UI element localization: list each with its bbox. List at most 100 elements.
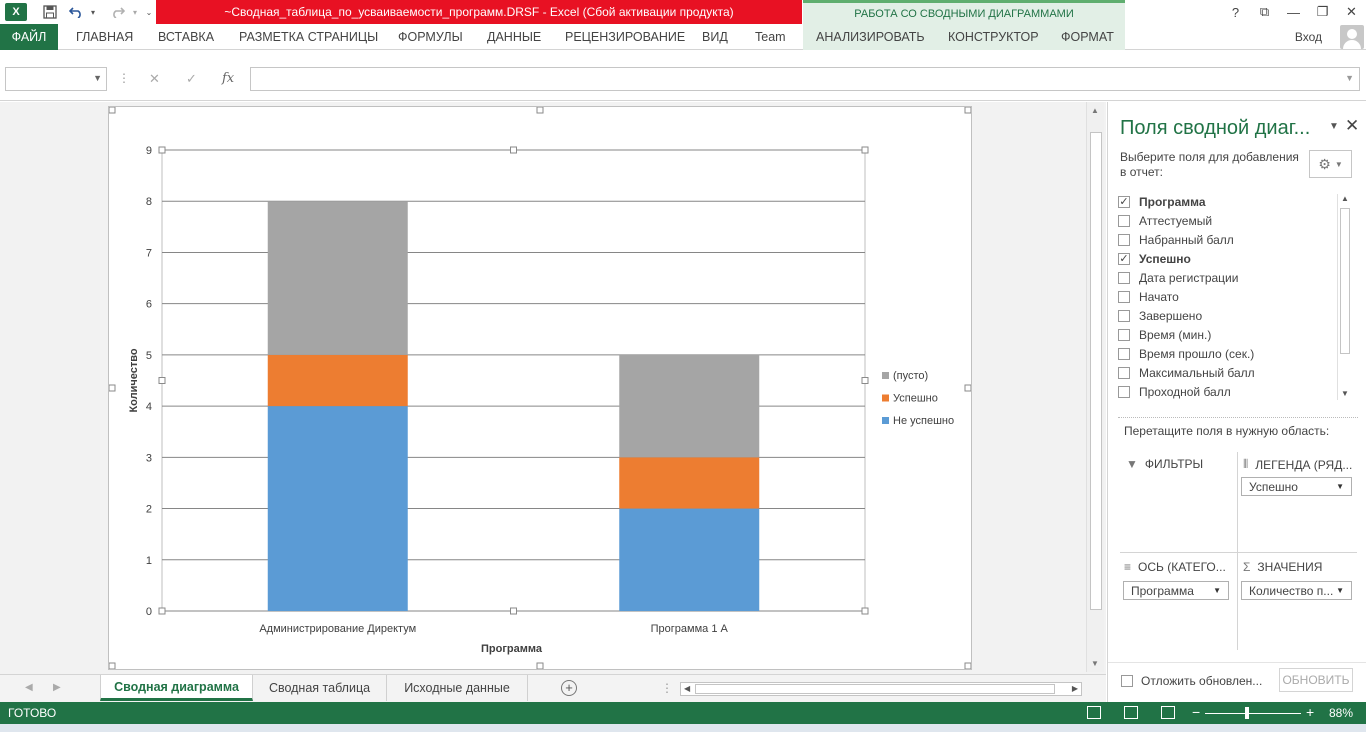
field-item[interactable]: ✓ Успешно [1118, 249, 1191, 268]
sign-in-link[interactable]: Вход [1295, 30, 1322, 44]
pane-close-icon[interactable]: ✕ [1345, 116, 1359, 136]
scroll-left-icon[interactable]: ◀ [684, 684, 690, 693]
tab-insert[interactable]: ВСТАВКА [158, 24, 214, 50]
field-checkbox[interactable] [1118, 271, 1130, 284]
field-list-scroll-thumb[interactable] [1340, 208, 1350, 354]
formula-input[interactable]: ▼ [250, 67, 1360, 91]
zoom-slider[interactable] [1205, 713, 1301, 714]
plot-resize-handle[interactable] [158, 146, 166, 154]
vertical-scroll-thumb[interactable] [1090, 132, 1102, 610]
ribbon-display-icon[interactable]: ⧉ [1250, 0, 1279, 24]
field-checkbox[interactable] [1118, 385, 1130, 398]
zoom-level[interactable]: 88% [1329, 706, 1353, 720]
field-checkbox[interactable] [1118, 290, 1130, 303]
update-button[interactable]: ОБНОВИТЬ [1279, 668, 1353, 692]
defer-update-checkbox[interactable] [1121, 675, 1133, 687]
tab-formulas[interactable]: ФОРМУЛЫ [398, 24, 463, 50]
tab-format[interactable]: ФОРМАТ [1061, 24, 1114, 50]
prev-sheet-icon[interactable]: ◀ [25, 682, 33, 693]
next-sheet-icon[interactable]: ▶ [53, 682, 61, 693]
chart-resize-handle[interactable] [536, 106, 544, 114]
sheet-tab-pivot-chart[interactable]: Сводная диаграмма [100, 675, 253, 701]
scroll-right-icon[interactable]: ▶ [1072, 684, 1078, 693]
plot-resize-handle[interactable] [510, 146, 517, 154]
close-window-icon[interactable]: ✕ [1337, 0, 1366, 24]
field-item[interactable]: Начато [1118, 287, 1179, 306]
add-sheet-icon[interactable]: + [561, 680, 577, 696]
tab-analyze[interactable]: АНАЛИЗИРОВАТЬ [816, 24, 925, 50]
field-checkbox[interactable] [1118, 328, 1130, 341]
chart-resize-handle[interactable] [964, 384, 972, 392]
save-icon[interactable] [35, 0, 65, 24]
field-checkbox[interactable]: ✓ [1118, 195, 1130, 208]
chart-resize-handle[interactable] [964, 106, 972, 114]
tab-team[interactable]: Team [755, 24, 786, 50]
axis-field-program[interactable]: Программа ▼ [1123, 581, 1229, 600]
field-list-scrollbar[interactable]: ▲ ▼ [1337, 194, 1351, 400]
horizontal-scroll-thumb[interactable] [695, 684, 1055, 694]
sheet-tab-source-data[interactable]: Исходные данные [387, 675, 528, 701]
chart-resize-handle[interactable] [108, 106, 116, 114]
plot-resize-handle[interactable] [861, 146, 869, 154]
enter-formula-icon[interactable]: ✓ [186, 71, 197, 87]
plot-resize-handle[interactable] [158, 607, 166, 615]
tab-view[interactable]: ВИД [702, 24, 728, 50]
pane-options-chevron-icon[interactable]: ▼ [1329, 121, 1339, 132]
page-break-view-icon[interactable] [1161, 706, 1175, 719]
chevron-down-icon[interactable]: ▼ [1213, 586, 1221, 595]
defer-update-option[interactable]: Отложить обновлен... [1121, 674, 1262, 688]
field-item[interactable]: Аттестуемый [1118, 211, 1212, 230]
undo-dropdown-icon[interactable]: ▾ [87, 0, 99, 24]
formula-bar-grip-icon[interactable]: ⋮ [118, 71, 130, 85]
user-avatar-icon[interactable] [1340, 25, 1364, 49]
scroll-down-icon[interactable]: ▼ [1341, 389, 1349, 398]
insert-function-icon[interactable]: fx [222, 71, 234, 86]
chart-resize-handle[interactable] [108, 384, 116, 392]
field-checkbox[interactable] [1118, 233, 1130, 246]
plot-resize-handle[interactable] [861, 607, 869, 615]
field-checkbox[interactable] [1118, 347, 1130, 360]
field-item[interactable]: Время (мин.) [1118, 325, 1211, 344]
field-item[interactable]: ✓ Программа [1118, 192, 1206, 211]
plot-resize-handle[interactable] [861, 377, 869, 384]
field-checkbox[interactable] [1118, 366, 1130, 379]
normal-view-icon[interactable] [1087, 706, 1101, 719]
legend-field-successfully[interactable]: Успешно ▼ [1241, 477, 1352, 496]
tab-splitter-icon[interactable]: ⋮ [661, 681, 673, 695]
chevron-down-icon[interactable]: ▼ [1336, 482, 1344, 491]
chart-resize-handle[interactable] [536, 662, 544, 670]
cancel-formula-icon[interactable]: ✕ [149, 71, 160, 87]
chart-resize-handle[interactable] [108, 662, 116, 670]
field-checkbox[interactable] [1118, 214, 1130, 227]
scroll-up-icon[interactable]: ▲ [1341, 194, 1349, 203]
restore-icon[interactable]: ❐ [1308, 0, 1337, 24]
chevron-down-icon[interactable]: ▼ [1336, 586, 1344, 595]
tab-design[interactable]: КОНСТРУКТОР [948, 24, 1039, 50]
tab-review[interactable]: РЕЦЕНЗИРОВАНИЕ [565, 24, 685, 50]
pivot-chart[interactable]: 0 1 2 3 4 5 6 7 8 9 Администрирование Директум Прог… [108, 106, 972, 670]
field-item[interactable]: Набранный балл [1118, 230, 1234, 249]
horizontal-scrollbar[interactable]: ◀ ▶ [680, 682, 1082, 696]
name-box[interactable]: ▼ [5, 67, 107, 91]
sheet-tab-pivot-table[interactable]: Сводная таблица [253, 675, 387, 701]
tab-page-layout[interactable]: РАЗМЕТКА СТРАНИЦЫ [239, 24, 378, 50]
plot-resize-handle[interactable] [510, 607, 517, 615]
field-item[interactable]: Проходной балл [1118, 382, 1231, 401]
field-item[interactable]: Дата регистрации [1118, 268, 1238, 287]
field-list-settings-button[interactable]: ⚙ ▼ [1309, 150, 1352, 178]
minimize-icon[interactable]: — [1279, 0, 1308, 24]
zoom-slider-thumb[interactable] [1245, 707, 1249, 719]
vertical-scrollbar[interactable]: ▲ ▼ [1086, 102, 1104, 672]
tab-data[interactable]: ДАННЫЕ [487, 24, 541, 50]
chart-canvas[interactable]: 0 1 2 3 4 5 6 7 8 9 Администрирование Директум Прог… [108, 106, 972, 670]
field-item[interactable]: Завершено [1118, 306, 1202, 325]
tab-home[interactable]: ГЛАВНАЯ [76, 24, 133, 50]
customize-qat-icon[interactable]: ⌄ [141, 0, 157, 24]
name-box-dropdown-icon[interactable]: ▼ [93, 73, 102, 83]
undo-icon[interactable] [65, 0, 87, 24]
scroll-down-icon[interactable]: ▼ [1091, 659, 1099, 668]
values-field-count[interactable]: Количество п... ▼ [1241, 581, 1352, 600]
chart-resize-handle[interactable] [964, 662, 972, 670]
redo-dropdown-icon[interactable]: ▾ [129, 0, 141, 24]
expand-formula-icon[interactable]: ▼ [1345, 73, 1354, 83]
